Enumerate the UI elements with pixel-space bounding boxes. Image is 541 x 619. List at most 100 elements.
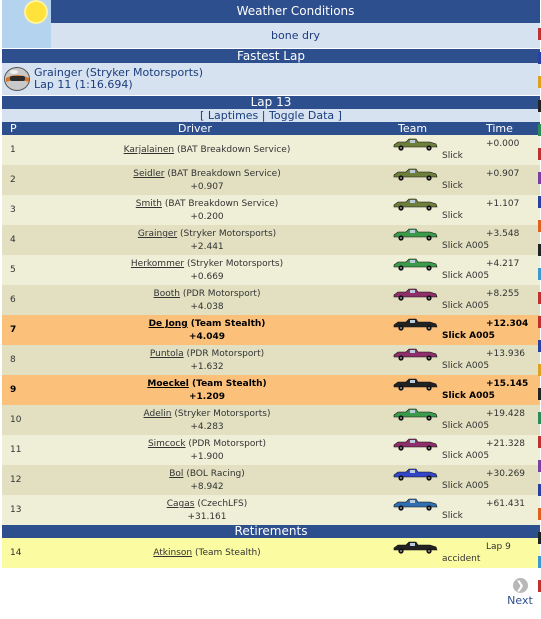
table-row: 14 Atkinson (Team Stealth) accident Lap 9 [2,538,540,568]
car-icon [390,539,440,554]
driver-name-link[interactable]: Adelin [144,409,172,419]
driver-name-link[interactable]: Moeckel [147,379,189,389]
tyre-type: Slick A005 [442,361,490,371]
tyre-type: Slick [442,151,463,161]
driver-gap: +4.283 [190,422,224,432]
row-time: +19.428 [486,409,526,419]
row-position: 11 [10,445,22,455]
row-driver: Cagas (CzechLFS) +31.161 [62,498,352,524]
next-button[interactable]: ❯ Next [505,574,535,607]
fastest-lap-time: Lap 11 (1:16.694) [34,78,133,91]
driver-gap: +0.669 [190,272,224,282]
row-position: 4 [10,235,16,245]
laptimes-link[interactable]: Laptimes [208,109,258,122]
table-row: 2 Seidler (BAT Breakdown Service) +0.907 Sl… [2,165,540,195]
fastest-lap-box: Grainger (Stryker Motorsports) Lap 11 (1… [2,63,540,95]
driver-name-link[interactable]: Booth [154,289,180,299]
row-position: 14 [10,548,22,558]
car-icon [390,256,440,271]
row-position: 3 [10,205,16,215]
driver-team: (CzechLFS) [197,499,248,509]
row-driver: Atkinson (Team Stealth) [62,547,352,560]
driver-name-link[interactable]: Seidler [133,169,164,179]
col-team: Team [398,122,428,135]
driver-name-link[interactable]: Simcock [148,439,186,449]
row-time: +61.431 [486,499,526,509]
row-driver: Karjalainen (BAT Breakdown Service) [62,144,352,157]
row-driver: Moeckel (Team Stealth) +1.209 [62,378,352,404]
car-icon [390,316,440,331]
table-row: 1 Karjalainen (BAT Breakdown Service) Slic… [2,135,540,165]
row-time: +30.269 [486,469,526,479]
driver-team: (Team Stealth) [192,379,267,389]
next-label: Next [507,594,533,607]
driver-team: (Stryker Motorsports) [174,409,271,419]
driver-team: (PDR Motorsport) [186,349,265,359]
row-driver: Puntola (PDR Motorsport) +1.632 [62,348,352,374]
car-icon [390,226,440,241]
driver-name-link[interactable]: Grainger [138,229,177,239]
race-results-panel: Weather Conditions bone dry Fastest Lap … [2,0,540,568]
lap-title: Lap 13 [2,96,540,109]
table-row: 8 Puntola (PDR Motorsport) +1.632 Slick A00… [2,345,540,375]
driver-name-link[interactable]: Bol [169,469,183,479]
row-position: 6 [10,295,16,305]
driver-name-link[interactable]: Herkommer [131,259,184,269]
table-row: 10 Adelin (Stryker Motorsports) +4.283 Slic… [2,405,540,435]
row-driver: Bol (BOL Racing) +8.942 [62,468,352,494]
driver-name-link[interactable]: Puntola [150,349,184,359]
row-position: 8 [10,355,16,365]
driver-team: (BAT Breakdown Service) [164,199,279,209]
row-time: +4.217 [486,259,520,269]
row-driver: Grainger (Stryker Motorsports) +2.441 [62,228,352,254]
car-icon [390,406,440,421]
toggle-data-link[interactable]: Toggle Data [269,109,334,122]
row-driver: Booth (PDR Motorsport) +4.038 [62,288,352,314]
row-position: 2 [10,175,16,185]
row-time: Lap 9 [486,542,511,552]
driver-name-link[interactable]: Karjalainen [124,145,174,155]
tyre-type: Slick A005 [442,331,495,341]
driver-gap: +2.441 [190,242,224,252]
row-time: +0.000 [486,139,520,149]
tyre-type: Slick A005 [442,451,490,461]
driver-gap: +4.038 [190,302,224,312]
car-icon [390,136,440,151]
col-position: P [10,122,17,135]
row-driver: Herkommer (Stryker Motorsports) +0.669 [62,258,352,284]
driver-gap: +0.200 [190,212,224,222]
driver-gap: +8.942 [190,482,224,492]
row-position: 1 [10,145,16,155]
row-driver: De Jong (Team Stealth) +4.049 [62,318,352,344]
weather-value: bone dry [51,23,540,48]
retirements-title: Retirements [2,525,540,538]
driver-team: (Stryker Motorsports) [180,229,277,239]
row-driver: Seidler (BAT Breakdown Service) +0.907 [62,168,352,194]
driver-name-link[interactable]: Smith [136,199,162,209]
car-icon [390,346,440,361]
tyre-type: Slick A005 [442,391,495,401]
row-time: +15.145 [486,379,529,389]
driver-team: (Team Stealth) [195,548,261,558]
car-icon [390,286,440,301]
driver-name-link[interactable]: Cagas [167,499,195,509]
driver-name-link[interactable]: Atkinson [153,548,192,558]
table-row: 11 Simcock (PDR Motorsport) +1.900 Slick A0… [2,435,540,465]
row-position: 9 [10,385,17,395]
row-position: 10 [10,415,22,425]
weather-icon-box [2,0,51,48]
driver-name-link[interactable]: De Jong [149,319,188,329]
driver-gap: +0.907 [190,182,224,192]
tyre-type: accident [442,554,481,564]
row-driver: Simcock (PDR Motorsport) +1.900 [62,438,352,464]
tyre-type: Slick [442,211,463,221]
table-row: 6 Booth (PDR Motorsport) +4.038 Slick A005 +… [2,285,540,315]
table-row: 4 Grainger (Stryker Motorsports) +2.441 Sli… [2,225,540,255]
table-row: 3 Smith (BAT Breakdown Service) +0.200 Slic… [2,195,540,225]
tyre-type: Slick [442,181,463,191]
table-row: 9 Moeckel (Team Stealth) +1.209 Slick A005 +… [2,375,540,405]
fastest-lap-title: Fastest Lap [2,49,540,63]
driver-team: (BAT Breakdown Service) [167,169,281,179]
driver-team: (Team Stealth) [190,319,266,329]
row-time: +8.255 [486,289,520,299]
